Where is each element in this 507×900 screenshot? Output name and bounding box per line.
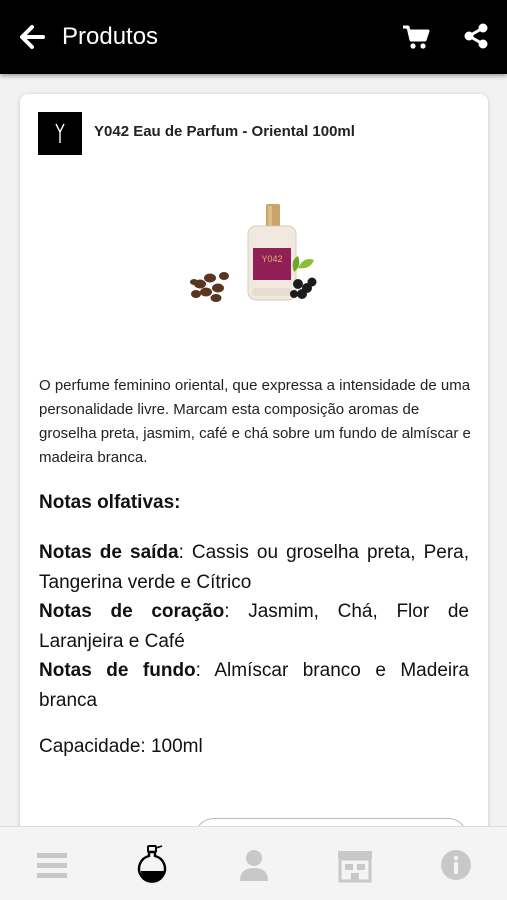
shopping-cart-icon[interactable] xyxy=(402,24,430,50)
info-icon[interactable] xyxy=(436,845,476,885)
note-top: Notas de saída: Cassis ou groselha preta… xyxy=(39,538,469,597)
brand-logo xyxy=(38,112,82,155)
capacity-text: Capacidade: 100ml xyxy=(39,736,203,757)
perfume-bottle-icon[interactable] xyxy=(133,845,173,885)
page-title: Produtos xyxy=(62,23,159,50)
app-header: Produtos xyxy=(0,0,507,74)
note-label: Notas de fundo xyxy=(39,660,196,681)
note-heart: Notas de coração: Jasmim, Chá, Flor de L… xyxy=(39,597,469,656)
bottom-nav xyxy=(0,826,507,900)
note-label: Notas de coração xyxy=(39,601,225,622)
user-icon[interactable] xyxy=(234,845,274,885)
note-base: Notas de fundo: Almíscar branco e Madeir… xyxy=(39,656,469,715)
store-icon[interactable] xyxy=(335,845,375,885)
share-icon[interactable] xyxy=(462,22,490,50)
product-card: Y042 Eau de Parfum - Oriental 100ml Y042… xyxy=(20,94,488,854)
menu-icon[interactable] xyxy=(32,845,72,885)
bottle-label: Y042 xyxy=(261,254,282,264)
product-image: Y042 xyxy=(190,204,317,302)
note-label: Notas de saída xyxy=(39,542,179,563)
product-description: O perfume feminino oriental, que express… xyxy=(39,377,471,466)
notes-heading: Notas olfativas: xyxy=(39,492,181,513)
arrow-left-icon[interactable] xyxy=(18,22,48,52)
product-title: Y042 Eau de Parfum - Oriental 100ml xyxy=(94,123,355,140)
olfactory-notes: Notas de saída: Cassis ou groselha preta… xyxy=(39,538,469,715)
